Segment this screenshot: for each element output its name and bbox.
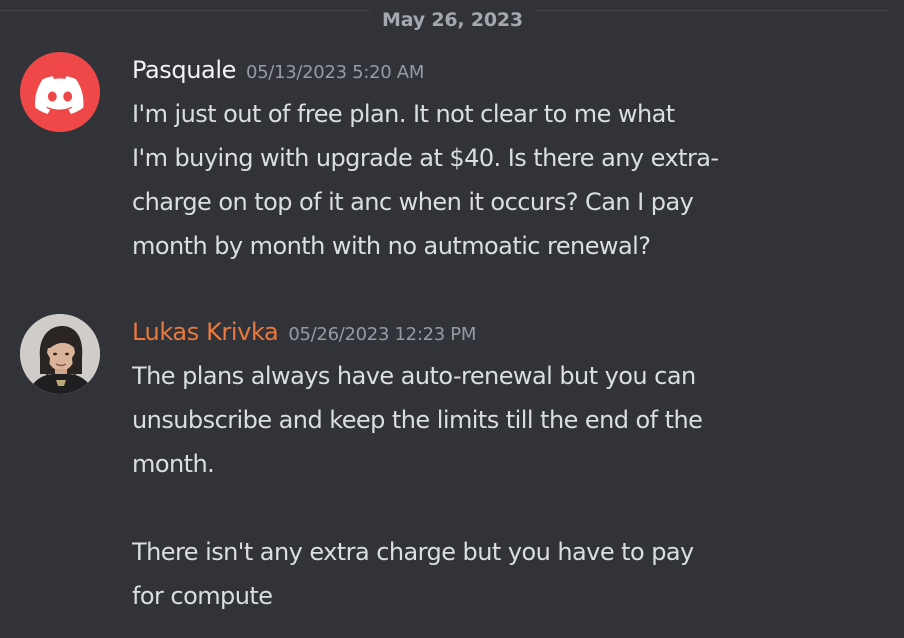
username[interactable]: Lukas Krivka <box>132 318 279 346</box>
message-line: There isn't any extra charge but you hav… <box>132 538 694 566</box>
message-content: The plans always have auto-renewal but y… <box>132 354 832 618</box>
message-line: The plans always have auto-renewal but y… <box>132 362 696 390</box>
avatar[interactable] <box>20 314 100 394</box>
message-line: for compute <box>132 582 273 610</box>
username[interactable]: Pasquale <box>132 56 236 84</box>
message-line: charge on top of it anc when it occurs? … <box>132 188 694 216</box>
message-line: I'm just out of free plan. It not clear … <box>132 100 675 128</box>
timestamp[interactable]: 05/26/2023 12:23 PM <box>288 324 476 345</box>
message-content: I'm just out of free plan. It not clear … <box>132 92 832 268</box>
message-line: I'm buying with upgrade at $40. Is there… <box>132 144 719 172</box>
user-photo-avatar <box>20 314 100 394</box>
message-header: Lukas Krivka 05/26/2023 12:23 PM <box>132 316 476 351</box>
message-item[interactable]: Pasquale 05/13/2023 5:20 AM I'm just out … <box>0 0 904 300</box>
message-line: unsubscribe and keep the limits till the… <box>132 406 703 434</box>
message-line: month. <box>132 450 215 478</box>
message-item[interactable]: Lukas Krivka 05/26/2023 12:23 PM The plan… <box>0 300 904 638</box>
message-line: month by month with no autmoatic renewal… <box>132 232 651 260</box>
discord-logo-icon <box>35 76 84 114</box>
avatar[interactable] <box>20 52 100 132</box>
timestamp[interactable]: 05/13/2023 5:20 AM <box>246 62 424 83</box>
message-header: Pasquale 05/13/2023 5:20 AM <box>132 54 424 89</box>
